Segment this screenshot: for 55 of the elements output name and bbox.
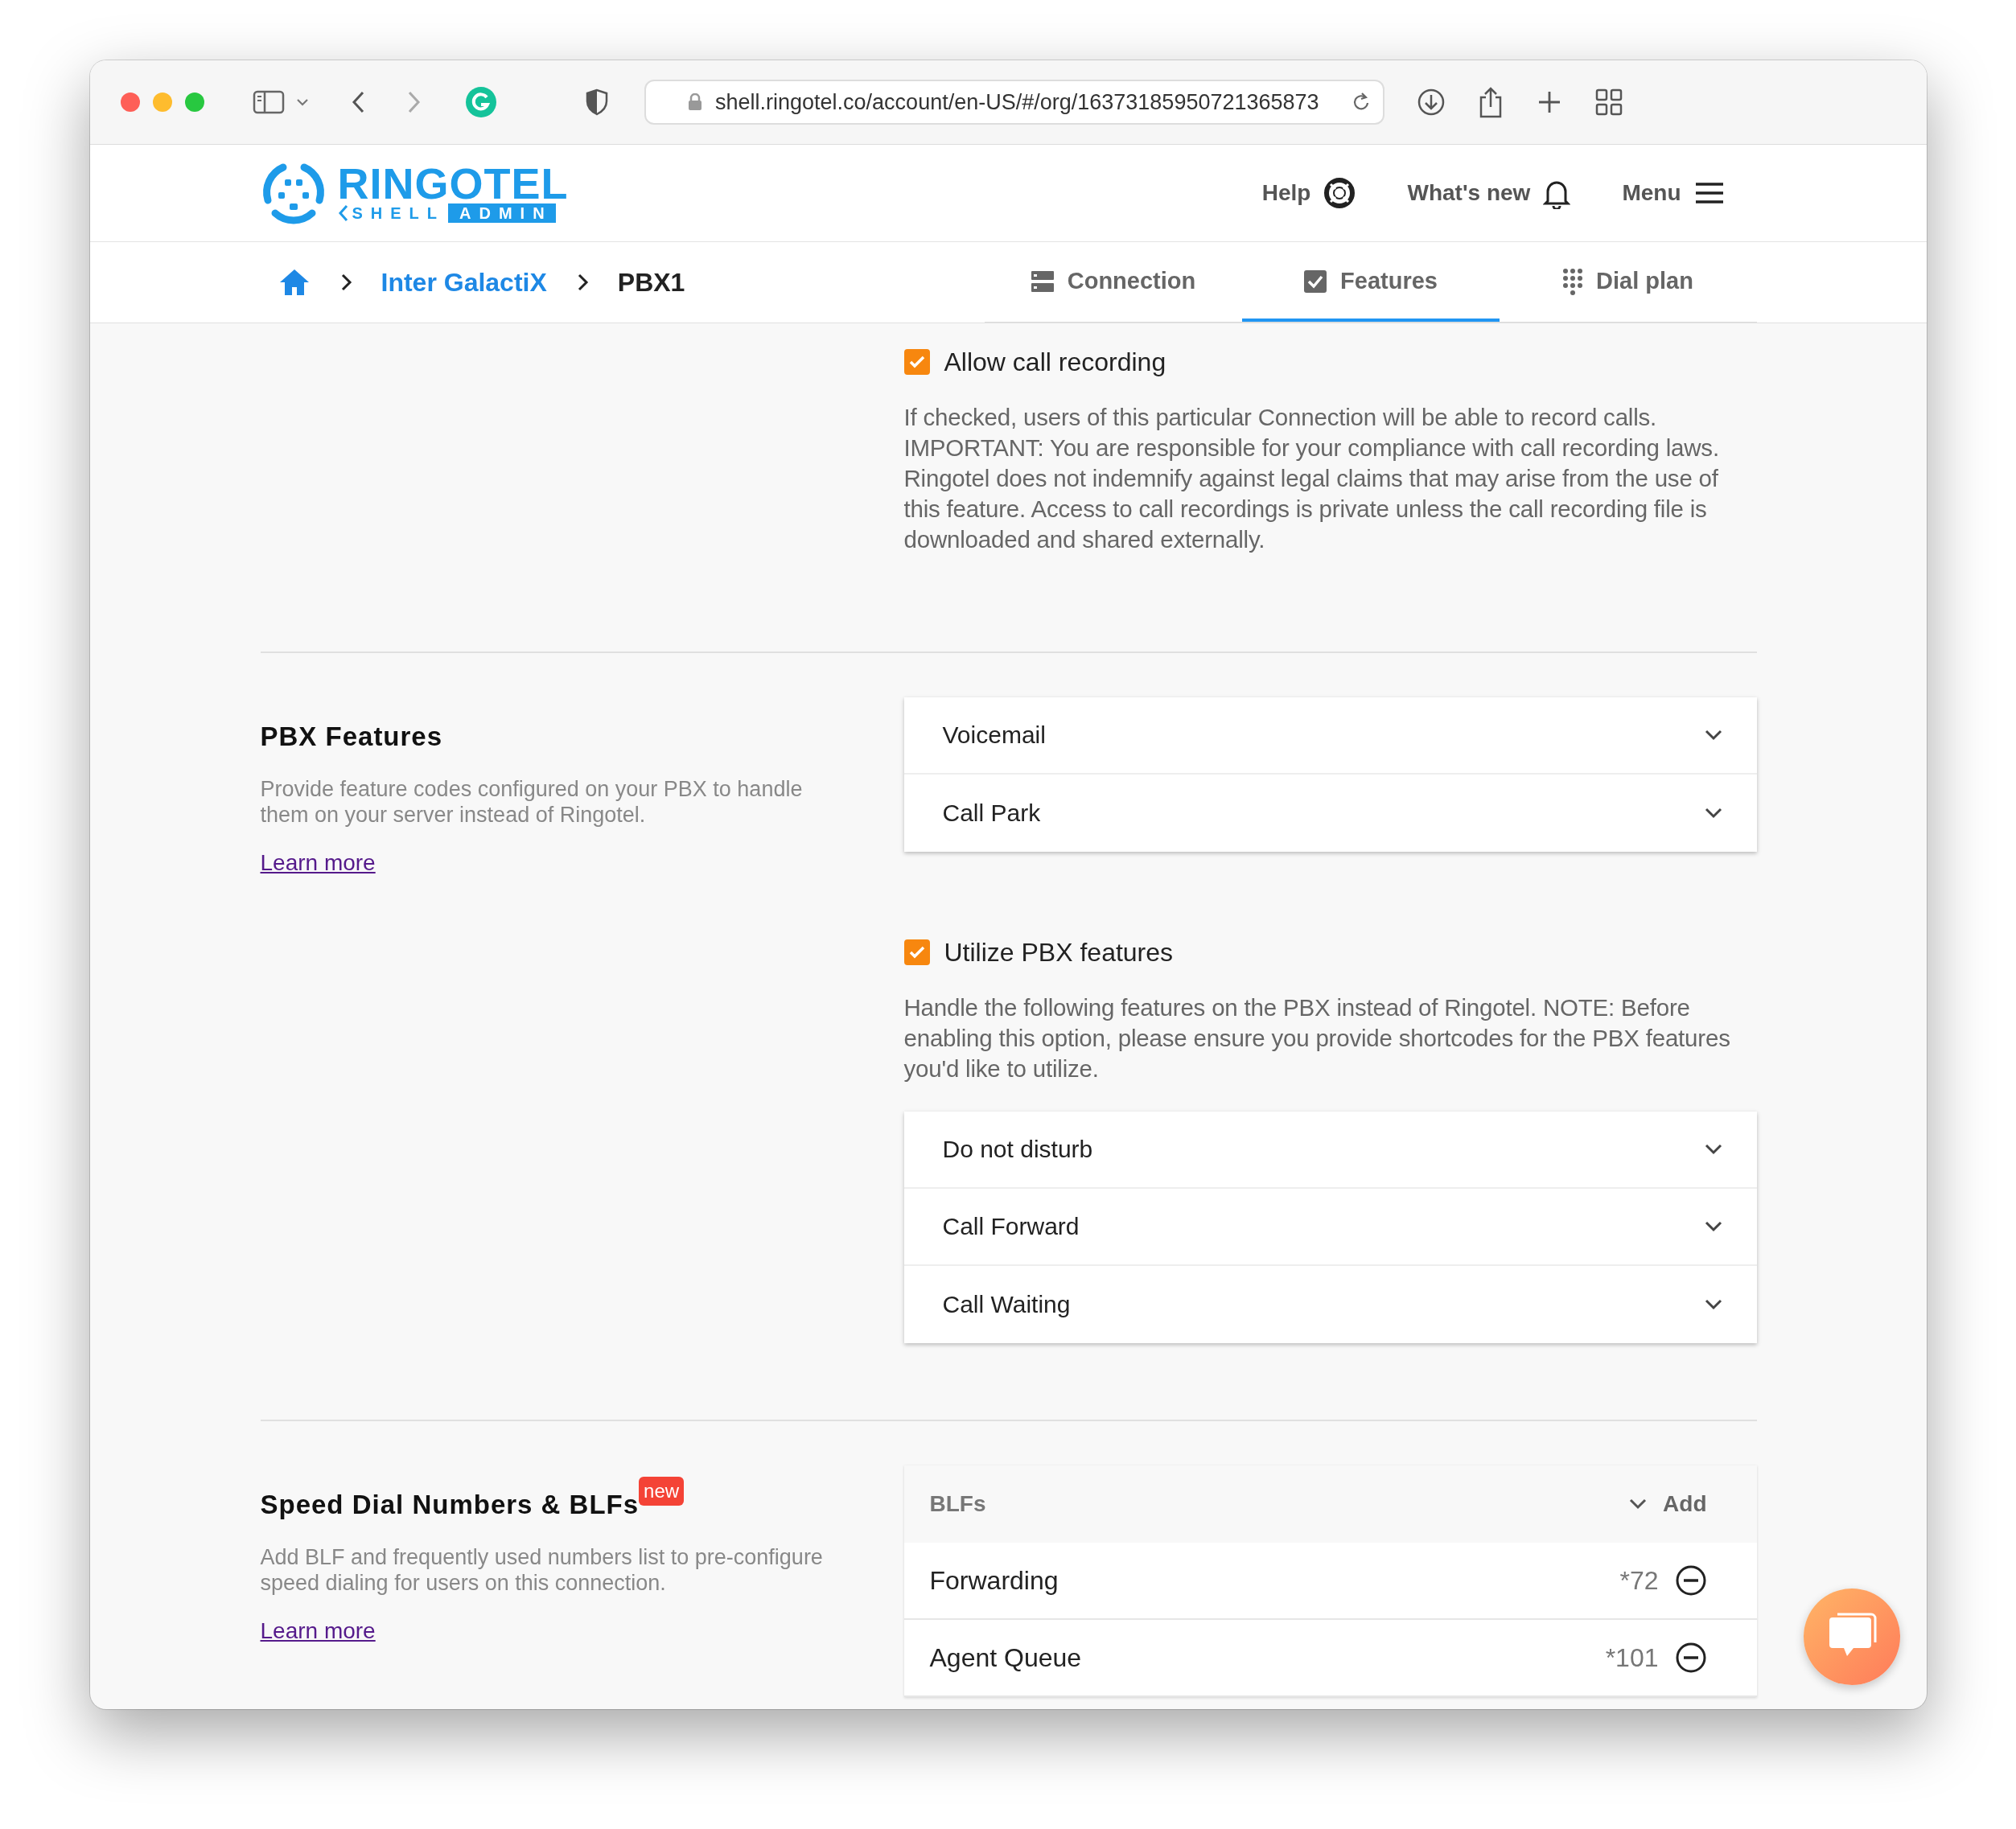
lock-icon — [688, 93, 702, 111]
blf-name: Forwarding — [929, 1565, 1059, 1596]
tab[interactable]: Dial plan — [1499, 244, 1757, 322]
description-text: If checked, users of this particular Connection will be able to record calls. IMPORTANT: You are responsible for your compliance with call recording laws. Ringotel does not indemnify against legal claims that may arise from the use of this feature. Access to call recordings is private unless the call recording file is downloaded and shared externally. — [903, 403, 1720, 554]
server-icon — [1030, 269, 1055, 294]
accordion-item[interactable]: Call Park — [903, 775, 1757, 852]
learn-more-link[interactable]: Learn more — [260, 850, 376, 876]
panel-title: BLFs — [929, 1491, 986, 1517]
accordion-item[interactable]: Voicemail — [903, 697, 1757, 775]
checkbox-label: Allow call recording — [944, 347, 1166, 377]
shield-icon[interactable] — [585, 88, 609, 116]
accordion-item[interactable]: Do not disturb — [903, 1112, 1757, 1189]
header-link[interactable]: What's new — [1407, 177, 1571, 209]
blf-code: *72 — [1619, 1565, 1659, 1596]
header-link[interactable]: Help — [1261, 177, 1356, 209]
checkbox[interactable] — [903, 939, 930, 965]
menu-icon — [1693, 182, 1725, 204]
add-button[interactable]: Add — [1629, 1491, 1707, 1517]
share-icon[interactable] — [1478, 86, 1504, 118]
section-description: Add BLF and frequently used numbers list to pre-configure speed dialing for users on this connection. — [260, 1544, 824, 1596]
accordion-item[interactable]: Call Forward — [903, 1189, 1757, 1266]
remove-icon[interactable] — [1674, 1642, 1707, 1674]
checkbox-icon — [1303, 269, 1328, 294]
url-text: shell.ringotel.co/account/en-US/#/org/16373185950721365873 — [715, 89, 1320, 115]
help-icon — [1323, 177, 1356, 209]
description-text: Handle the following features on the PBX instead of Ringotel. NOTE: Before enabling this option, please ensure you provide shortcodes for the PBX features you'd like to utilize. — [903, 993, 1731, 1083]
new-badge: new — [639, 1477, 685, 1506]
sidebar-icon[interactable] — [253, 89, 285, 115]
dialpad-icon — [1562, 267, 1584, 295]
header-link[interactable]: Menu — [1622, 180, 1725, 206]
tabs-overview-icon[interactable] — [1595, 88, 1623, 116]
chevron-down-icon[interactable] — [296, 97, 309, 107]
chevron-left-icon — [337, 204, 349, 222]
breadcrumb-link[interactable]: Inter GalactiX — [381, 267, 547, 298]
section-description: Provide feature codes configured on your PBX to handle them on your server instead of Ringotel. — [260, 776, 804, 828]
accordion-item[interactable]: Call Waiting — [903, 1266, 1757, 1343]
section-title: PBX Features — [260, 721, 444, 752]
tab[interactable]: Features — [1241, 244, 1500, 322]
learn-more-link[interactable]: Learn more — [260, 1618, 376, 1644]
logo-subtitle: SHELL — [352, 203, 446, 223]
blf-code: *101 — [1605, 1642, 1659, 1673]
checkbox-label: Utilize PBX features — [944, 937, 1174, 968]
checkbox[interactable] — [903, 349, 930, 375]
address-bar[interactable]: shell.ringotel.co/account/en-US/#/org/16373185950721365873 — [644, 80, 1384, 125]
new-tab-icon[interactable] — [1537, 90, 1561, 114]
tab[interactable]: Connection — [984, 244, 1242, 322]
chevron-down-icon — [1629, 1498, 1648, 1510]
section-title: Speed Dial Numbers & BLFs — [260, 1490, 640, 1520]
breadcrumb-current: PBX1 — [617, 267, 685, 298]
logo-badge: ADMIN — [448, 203, 556, 223]
blf-name: Agent Queue — [929, 1642, 1083, 1673]
close-icon[interactable] — [121, 92, 140, 112]
remove-icon[interactable] — [1674, 1564, 1707, 1597]
logo-wordmark: RINGOTEL — [337, 163, 569, 203]
download-icon[interactable] — [1417, 88, 1446, 117]
